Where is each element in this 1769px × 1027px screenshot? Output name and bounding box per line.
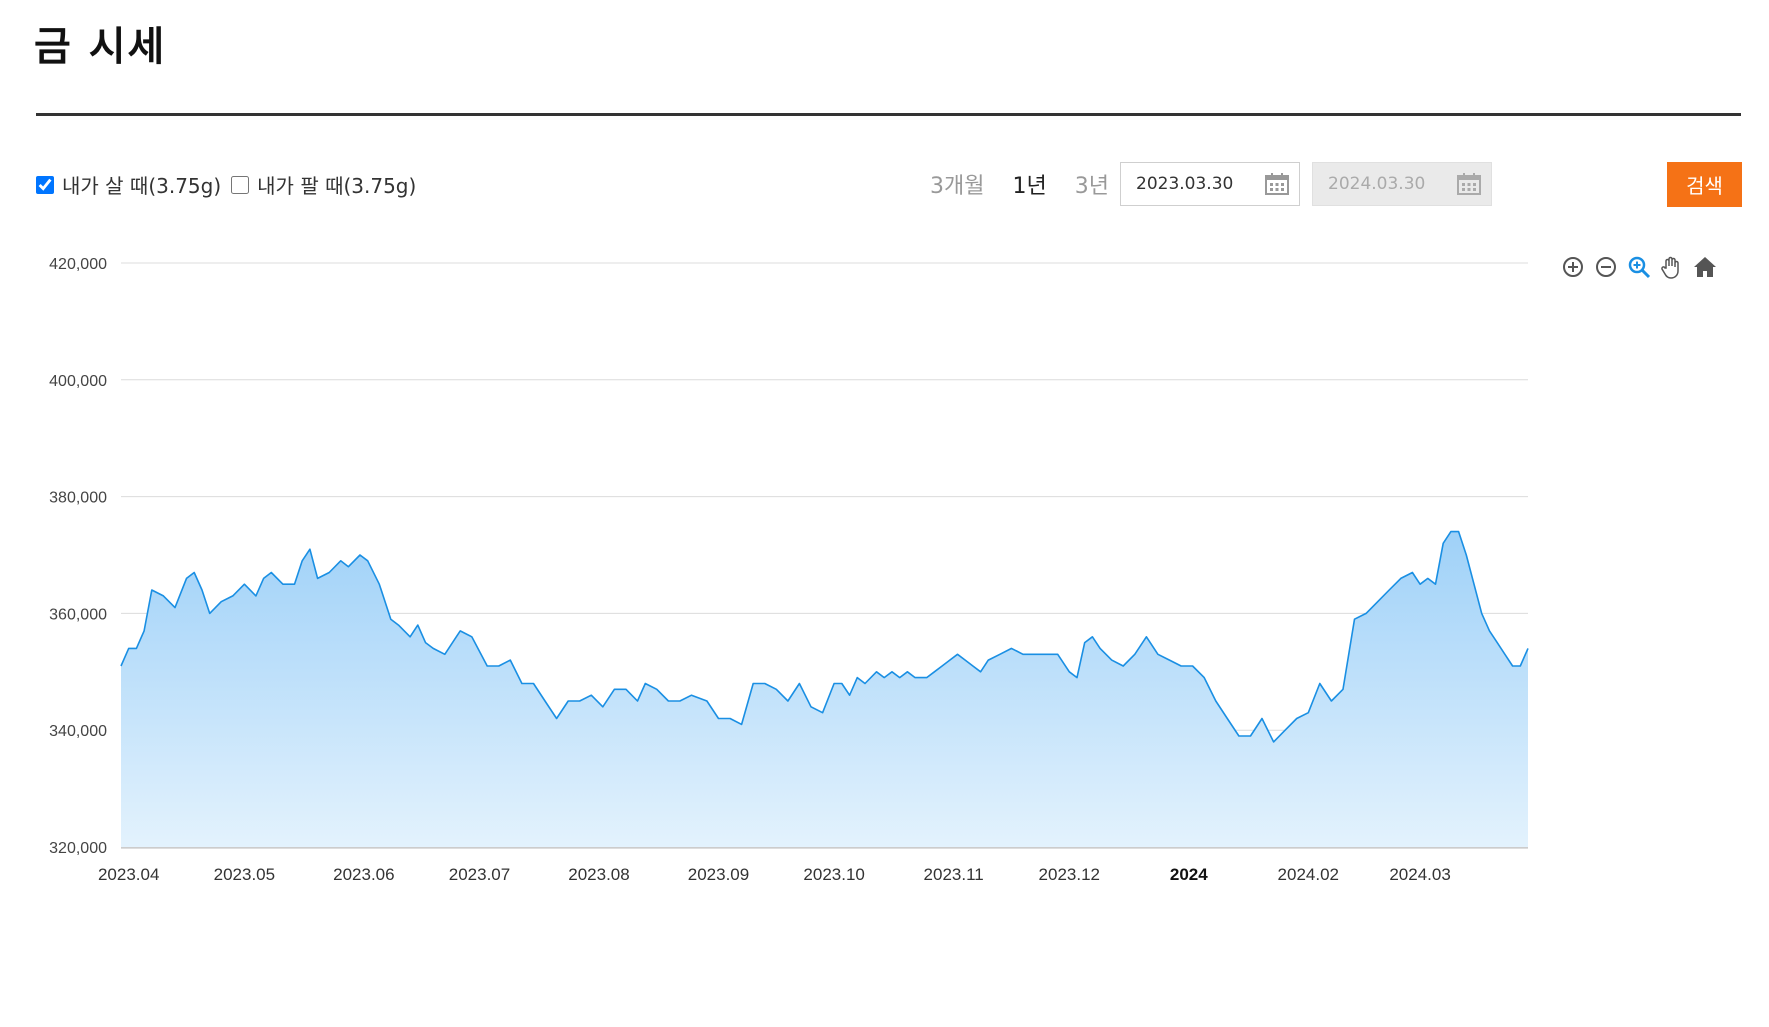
x-tick-label: 2024.02 (1278, 865, 1339, 884)
period-3-years[interactable]: 3년 (1075, 168, 1109, 200)
y-tick-label: 320,000 (49, 840, 107, 857)
x-tick-label: 2023.11 (924, 865, 984, 884)
x-tick-label: 2023.07 (449, 865, 510, 884)
y-tick-label: 360,000 (49, 606, 107, 623)
x-axis: 2023.04 2023.05 2023.06 2023.07 2023.08 2023.… (98, 865, 1451, 884)
price-type-filters: 내가 살 때(3.75g) 내가 팔 때(3.75g) (36, 170, 426, 199)
x-tick-label: 2024.03 (1389, 865, 1450, 884)
start-date-input[interactable] (1121, 163, 1261, 205)
buy-price-option[interactable]: 내가 살 때(3.75g) (36, 170, 221, 199)
buy-price-checkbox[interactable] (36, 175, 54, 194)
buy-price-label: 내가 살 때(3.75g) (62, 174, 222, 198)
x-tick-label: 2023.12 (1039, 865, 1100, 884)
title-divider (36, 113, 1741, 116)
x-tick-label: 2023.08 (568, 865, 629, 884)
calendar-icon (1457, 173, 1481, 195)
period-3-months[interactable]: 3개월 (930, 168, 984, 200)
x-tick-label: 2023.04 (98, 865, 159, 884)
sell-price-label: 내가 팔 때(3.75g) (257, 174, 417, 198)
x-tick-label: 2024 (1170, 865, 1208, 884)
x-tick-label: 2023.06 (333, 865, 394, 884)
y-tick-label: 400,000 (49, 373, 107, 390)
sell-price-option[interactable]: 내가 팔 때(3.75g) (231, 170, 416, 199)
start-date-field (1120, 162, 1300, 206)
period-1-year[interactable]: 1년 (1012, 168, 1046, 200)
y-tick-label: 380,000 (49, 490, 107, 507)
gold-price-chart: 320,000 340,000 360,000 380,000 400,000 420,0… (49, 256, 1529, 884)
x-tick-label: 2023.05 (214, 865, 275, 884)
x-tick-label: 2023.09 (688, 865, 749, 884)
y-tick-label: 340,000 (49, 723, 107, 740)
end-date-field (1312, 162, 1492, 206)
search-button[interactable]: 검색 (1667, 162, 1742, 207)
y-tick-label: 420,000 (49, 256, 107, 273)
page-title: 금 시세 (34, 24, 167, 70)
x-tick-label: 2023.10 (803, 865, 864, 884)
sell-price-checkbox[interactable] (231, 175, 250, 194)
calendar-icon[interactable] (1265, 173, 1289, 195)
end-date-input (1313, 163, 1453, 205)
y-axis: 320,000 340,000 360,000 380,000 400,000 420,0… (49, 256, 107, 857)
